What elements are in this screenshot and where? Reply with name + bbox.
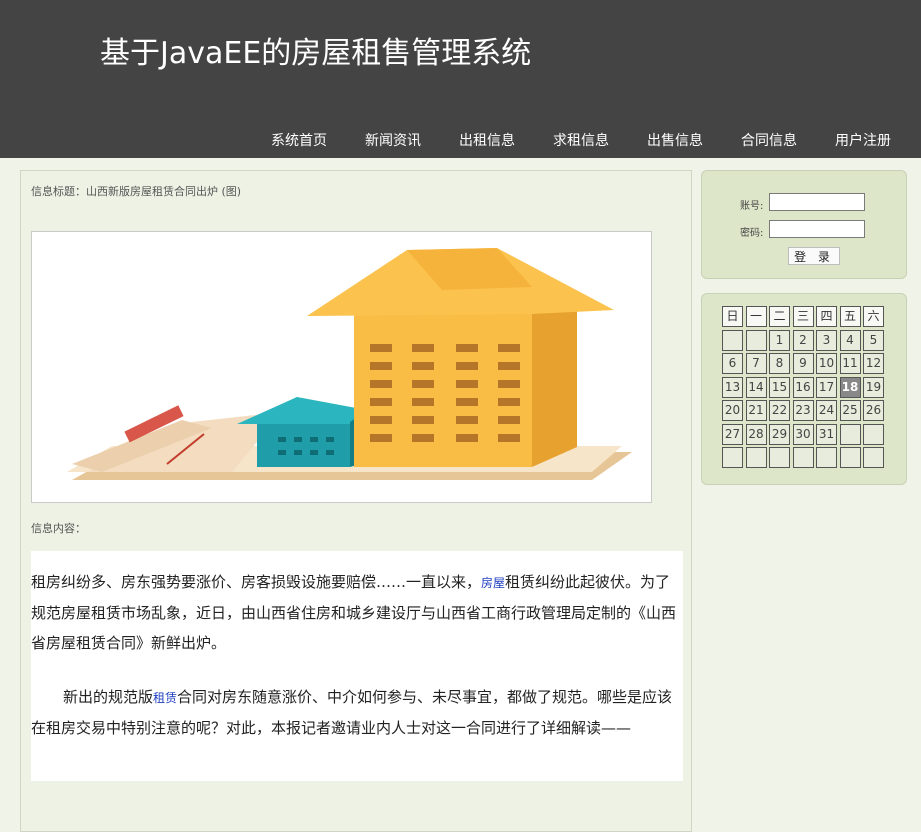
nav-rent-out[interactable]: 出租信息 <box>459 130 515 152</box>
calendar-day <box>863 423 884 445</box>
password-label: 密码: <box>740 228 764 239</box>
calendar-day[interactable]: 16 <box>792 376 814 398</box>
calendar-day <box>863 447 884 468</box>
calendar-day[interactable]: 4 <box>839 329 861 351</box>
calendar-day[interactable]: 7 <box>745 353 767 374</box>
calendar-day[interactable]: 17 <box>816 376 837 398</box>
calendar-day[interactable]: 2 <box>792 329 814 351</box>
calendar-day[interactable]: 30 <box>792 423 814 445</box>
article-panel: 信息标题：山西新版房屋租赁合同出炉 (图) 信息内容： 租房纠纷多、房东强势要涨… <box>20 170 692 832</box>
article-paragraph-1: 租房纠纷多、房东强势要涨价、房客损毁设施要赔偿……一直以来，房屋租赁纠纷此起彼伏… <box>31 573 677 652</box>
calendar-day[interactable]: 23 <box>792 400 814 421</box>
calendar-day[interactable]: 12 <box>863 353 884 374</box>
nav-contracts[interactable]: 合同信息 <box>741 130 797 152</box>
main-nav: 系统首页 新闻资讯 出租信息 求租信息 出售信息 合同信息 用户注册 <box>233 130 891 152</box>
calendar-day <box>745 329 767 351</box>
calendar-weekday: 六 <box>863 306 884 327</box>
account-input[interactable] <box>769 193 865 211</box>
nav-home[interactable]: 系统首页 <box>271 130 327 152</box>
calendar-day[interactable]: 10 <box>816 353 837 374</box>
nav-register[interactable]: 用户注册 <box>835 130 891 152</box>
site-title: 基于JavaEE的房屋租售管理系统 <box>100 36 532 71</box>
calendar-day[interactable]: 14 <box>745 376 767 398</box>
account-label: 账号: <box>740 201 764 212</box>
calendar-day[interactable]: 28 <box>745 423 767 445</box>
calendar-day[interactable]: 31 <box>816 423 837 445</box>
info-content-label: 信息内容： <box>31 522 86 535</box>
calendar-day <box>816 447 837 468</box>
calendar-day[interactable]: 25 <box>839 400 861 421</box>
article-paragraph-2: 新出的规范版租赁合同对房东随意涨价、中介如何参与、未尽事宜，都做了规范。哪些是应… <box>31 688 673 737</box>
calendar-weekday: 五 <box>839 306 861 327</box>
calendar-day[interactable]: 3 <box>816 329 837 351</box>
calendar-grid: 日一二三四五六 1 2 3 4 5 6 7 8 9 10 11 12 13 14 15 16 17 18 19 20 21… <box>722 306 884 468</box>
nav-for-sale[interactable]: 出售信息 <box>647 130 703 152</box>
calendar-day[interactable]: 8 <box>769 353 790 374</box>
house-icon <box>67 248 632 480</box>
calendar-weekday: 日 <box>722 306 743 327</box>
calendar-day <box>792 447 814 468</box>
calendar-day[interactable]: 29 <box>769 423 790 445</box>
calendar-day[interactable]: 22 <box>769 400 790 421</box>
calendar-weekday: 四 <box>816 306 837 327</box>
nav-rent-wanted[interactable]: 求租信息 <box>553 130 609 152</box>
calendar-day <box>722 447 743 468</box>
site-header: 基于JavaEE的房屋租售管理系统 系统首页 新闻资讯 出租信息 求租信息 出售… <box>0 0 921 158</box>
password-input[interactable] <box>769 220 865 238</box>
calendar-day[interactable]: 11 <box>839 353 861 374</box>
house-illustration <box>31 231 652 503</box>
calendar-box: 日一二三四五六 1 2 3 4 5 6 7 8 9 10 11 12 13 14 15 16 17 18 19 20 21… <box>701 293 907 485</box>
calendar-day <box>722 329 743 351</box>
calendar-day[interactable]: 6 <box>722 353 743 374</box>
calendar-day[interactable]: 27 <box>722 423 743 445</box>
calendar-day[interactable]: 1 <box>769 329 790 351</box>
keyword-link-lease[interactable]: 租赁 <box>153 691 177 705</box>
calendar-day <box>745 447 767 468</box>
calendar-day[interactable]: 21 <box>745 400 767 421</box>
calendar-weekday: 二 <box>769 306 790 327</box>
calendar-day[interactable]: 15 <box>769 376 790 398</box>
calendar-day[interactable]: 9 <box>792 353 814 374</box>
nav-news[interactable]: 新闻资讯 <box>365 130 421 152</box>
article-body: 租房纠纷多、房东强势要涨价、房客损毁设施要赔偿……一直以来，房屋租赁纠纷此起彼伏… <box>31 551 683 781</box>
calendar-day[interactable]: 5 <box>863 329 884 351</box>
calendar-day <box>839 423 861 445</box>
login-button[interactable]: 登 录 <box>788 247 840 265</box>
info-title: 信息标题：山西新版房屋租赁合同出炉 (图) <box>31 185 242 198</box>
calendar-day[interactable]: 19 <box>863 376 884 398</box>
calendar-day[interactable]: 24 <box>816 400 837 421</box>
calendar-weekday: 三 <box>792 306 814 327</box>
keyword-link-house[interactable]: 房屋 <box>481 576 505 590</box>
calendar-today[interactable]: 18 <box>839 376 861 398</box>
calendar-day[interactable]: 20 <box>722 400 743 421</box>
calendar-day <box>769 447 790 468</box>
calendar-day[interactable]: 13 <box>722 376 743 398</box>
calendar-day <box>839 447 861 468</box>
calendar-day[interactable]: 26 <box>863 400 884 421</box>
calendar-weekday: 一 <box>745 306 767 327</box>
login-box: 账号: 密码: 登 录 <box>701 170 907 279</box>
